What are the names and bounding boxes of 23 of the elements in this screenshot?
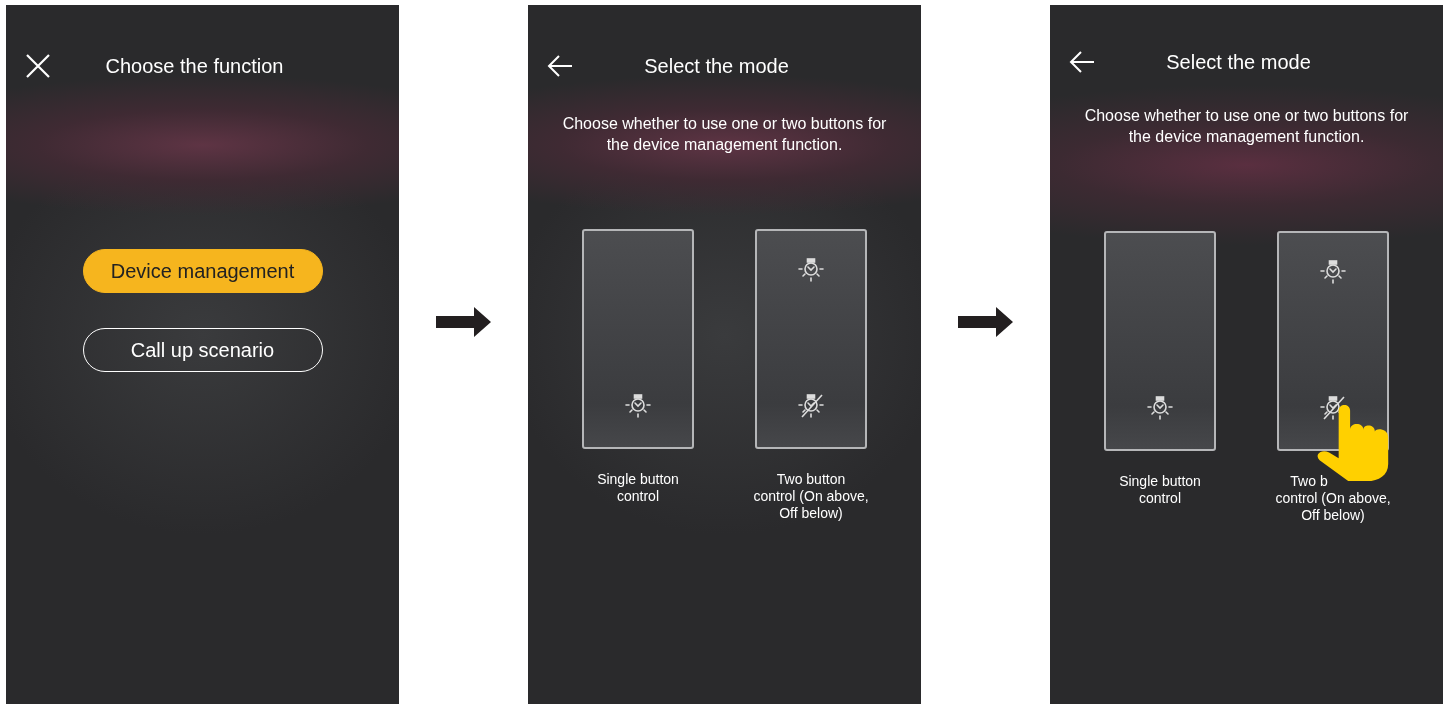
description-text: Choose whether to use one or two buttons for the device management function.: [561, 114, 888, 155]
switch-button[interactable]: [1277, 231, 1389, 451]
switch-label: Single button control: [1119, 473, 1201, 507]
light-bulb-icon: [796, 255, 826, 285]
description-text: Choose whether to use one or two buttons for the device management function.: [1083, 106, 1410, 147]
screen-title: Select the mode: [1165, 50, 1312, 75]
switch-button[interactable]: [755, 229, 867, 449]
close-icon[interactable]: [24, 52, 52, 80]
switch-label: Two b control (On above, Off below): [1275, 473, 1391, 524]
screen-title: Choose the function: [104, 54, 285, 79]
crossed-bulb-icon: [1318, 393, 1348, 423]
right-arrow-icon: [436, 306, 491, 337]
screen-title: Select the mode: [643, 54, 790, 79]
switch-label: Two button control (On above, Off below): [753, 471, 869, 522]
crossed-bulb-icon: [796, 391, 826, 421]
light-bulb-icon: [1145, 393, 1175, 423]
switch-button[interactable]: [582, 229, 694, 449]
option-button[interactable]: Device management: [82, 249, 323, 293]
light-bulb-icon: [623, 391, 653, 421]
right-arrow-icon: [958, 306, 1013, 337]
switch-button[interactable]: [1104, 231, 1216, 451]
light-bulb-icon: [1318, 257, 1348, 287]
switch-label: Single button control: [597, 471, 679, 505]
